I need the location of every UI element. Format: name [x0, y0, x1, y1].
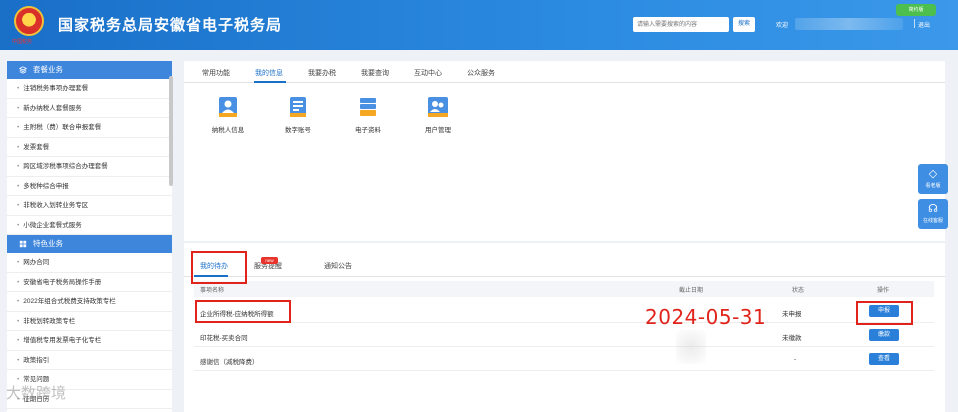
sidebar-section-featured[interactable]: 特色业务: [7, 235, 172, 253]
diamond-icon: ◇: [928, 168, 938, 180]
float-label: 在线客服: [922, 218, 943, 224]
sidebar-item[interactable]: 发票套餐: [7, 138, 172, 157]
row-status: -: [794, 356, 797, 363]
users-icon: [427, 96, 449, 118]
quick-label: 电子资料: [355, 127, 381, 134]
quick-label: 纳税人信息: [211, 127, 245, 134]
document-icon: [287, 96, 309, 118]
sidebar: 套餐业务 注销税务事项办理套餐 新办纳税人套餐服务 主附税（费）联合申报套餐 发…: [7, 61, 172, 412]
sidebar-item[interactable]: 注销税务事项办理套餐: [7, 79, 172, 99]
sidebar-item[interactable]: 主附税（费）联合申报套餐: [7, 118, 172, 138]
welcome-text: 欢迎: [776, 23, 789, 29]
site-title: 国家税务总局安徽省电子税务局: [58, 17, 283, 34]
col-name: 事项名称: [200, 288, 225, 294]
watermark: 大数跨境: [6, 384, 67, 402]
table-row: 印花税-买卖合同 未缴款 缴款: [194, 325, 934, 347]
col-status: 状态: [792, 288, 805, 294]
tax-emblem-icon: [14, 6, 44, 36]
quick-user-management[interactable]: 用户管理: [408, 96, 468, 134]
row-name[interactable]: 印花税-买卖合同: [200, 332, 248, 342]
sidebar-item[interactable]: 增值税专用发票电子化专栏: [7, 331, 172, 351]
functions-panel: 常用功能 我的信息 我要办税 我要查询 互动中心 公众服务 纳税人信息 数字账号…: [184, 61, 945, 241]
grid-icon: [19, 240, 27, 248]
tab-query[interactable]: 我要查询: [361, 68, 389, 78]
sidebar-item[interactable]: 小微企业套餐式服务: [7, 216, 172, 235]
sidebar-section-packages[interactable]: 套餐业务: [7, 61, 172, 79]
col-action: 操作: [877, 288, 890, 294]
new-badge: new: [261, 257, 278, 264]
row-status: 未申报: [782, 311, 802, 318]
online-service-button[interactable]: ☊ 在线客服: [918, 199, 948, 229]
float-label: 看老版: [925, 183, 941, 189]
layers-icon: [19, 66, 27, 74]
table-row: 感谢信（减税降费） - 查看: [194, 349, 934, 371]
top-tab-bar: 常用功能 我的信息 我要办税 我要查询 互动中心 公众服务: [184, 61, 945, 83]
sidebar-section-title: 特色业务: [33, 239, 63, 248]
logout-link[interactable]: 退出: [918, 20, 930, 29]
tab-public-service[interactable]: 公众服务: [467, 68, 495, 78]
redaction-blur: [676, 330, 706, 364]
pay-button[interactable]: 缴款: [869, 329, 899, 341]
view-button[interactable]: 查看: [869, 353, 899, 365]
sidebar-item[interactable]: 非税收入划转业务专区: [7, 196, 172, 216]
emblem-text: 中国税务: [12, 40, 33, 45]
sidebar-item[interactable]: 安徽省电子税务局操作手册: [7, 273, 172, 292]
annotation-date: 2024-05-31: [645, 305, 767, 329]
todo-panel: 我的待办 服务提醒 new 通知公告 事项名称 截止日期 状态 操作 企业所得税…: [184, 243, 945, 412]
sidebar-section-title: 套餐业务: [33, 65, 63, 74]
sidebar-item[interactable]: 2022年组合式税费支持政策专栏: [7, 292, 172, 312]
tab-notice[interactable]: 通知公告: [324, 261, 352, 271]
user-name-redacted: [795, 18, 903, 30]
annotation-box-income-tax: [195, 300, 291, 323]
search-input[interactable]: [633, 17, 729, 32]
sidebar-item[interactable]: 多税种综合申报: [7, 177, 172, 196]
quick-label: 数字账号: [285, 127, 311, 134]
sidebar-item[interactable]: 非税划转政策专栏: [7, 312, 172, 331]
sidebar-item[interactable]: 政策指引: [7, 351, 172, 370]
divider: [914, 19, 915, 28]
tab-interaction[interactable]: 互动中心: [414, 68, 442, 78]
sidebar-item[interactable]: 新办纳税人套餐服务: [7, 99, 172, 118]
active-tab-indicator: [254, 81, 286, 83]
headset-icon: ☊: [928, 203, 938, 215]
quick-digital-account[interactable]: 数字账号: [268, 96, 328, 134]
row-status: 未缴款: [782, 335, 802, 342]
old-version-button[interactable]: ◇ 看老版: [918, 164, 948, 194]
quick-electronic-data[interactable]: 电子资料: [338, 96, 398, 134]
tab-tax-handling[interactable]: 我要办税: [308, 68, 336, 78]
annotation-box-todo-tab: [191, 251, 247, 284]
bottom-tab-bar: 我的待办 服务提醒 new 通知公告: [184, 243, 945, 277]
tab-my-info[interactable]: 我的信息: [255, 68, 283, 78]
table-row: 企业所得税-应纳税所得额 未申报 申报: [194, 301, 934, 323]
sidebar-item[interactable]: 网办合同: [7, 253, 172, 273]
sidebar-scrollbar[interactable]: [169, 76, 173, 186]
user-card-icon: [217, 96, 239, 118]
tab-common[interactable]: 常用功能: [202, 68, 230, 78]
top-header: 中国税务 国家税务总局安徽省电子税务局 简约版 搜索 欢迎 退出: [0, 0, 958, 50]
table-header: 事项名称 截止日期 状态 操作: [194, 281, 934, 297]
version-badge[interactable]: 简约版: [896, 4, 936, 16]
annotation-box-declare: [856, 301, 913, 325]
sidebar-item[interactable]: 跨区域涉税事项综合办理套餐: [7, 157, 172, 177]
row-name[interactable]: 感谢信（减税降费）: [200, 356, 259, 366]
stack-icon: [357, 96, 379, 118]
search-button[interactable]: 搜索: [733, 17, 755, 32]
quick-taxpayer-info[interactable]: 纳税人信息: [198, 96, 258, 134]
col-deadline: 截止日期: [679, 288, 704, 294]
quick-label: 用户管理: [425, 127, 451, 134]
